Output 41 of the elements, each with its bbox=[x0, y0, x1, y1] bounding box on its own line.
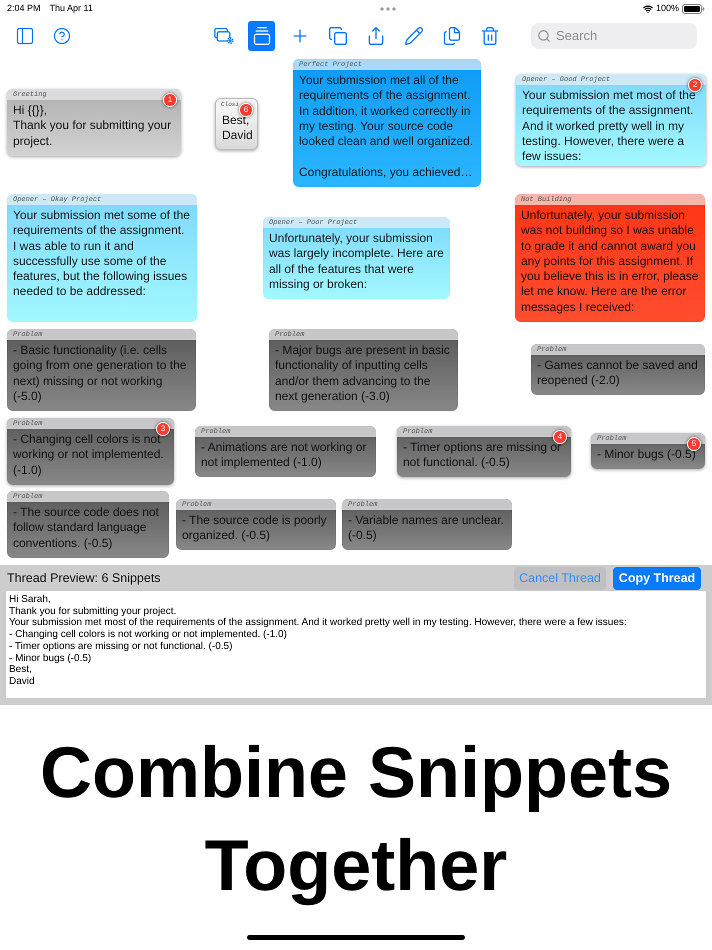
toolbar-button[interactable] bbox=[248, 21, 275, 51]
status-date: Thu Apr 11 bbox=[50, 2, 93, 15]
search-icon bbox=[537, 29, 551, 43]
documents-icon bbox=[442, 26, 462, 46]
order-badge: 1 bbox=[163, 93, 177, 107]
order-badge: 6 bbox=[239, 103, 253, 117]
snippet-text: - Variable names are unclear. (-0.5) bbox=[347, 512, 505, 544]
snippet-card[interactable] bbox=[293, 59, 481, 187]
headline: Combine Snippets Together bbox=[38, 732, 674, 908]
pencil-icon bbox=[404, 26, 424, 46]
share-icon bbox=[366, 26, 386, 46]
snippet-text: - Animations are not working or not implemented (-1.0) bbox=[200, 439, 368, 471]
tray-stack-icon bbox=[252, 26, 272, 46]
snippet-text: - The source code is poorly organized. (-0.5) bbox=[181, 512, 328, 544]
snippet-text: - Games cannot be saved and reopened (-2.0) bbox=[536, 357, 699, 389]
battery-percent: 100% bbox=[656, 2, 679, 15]
more-dots-icon[interactable] bbox=[380, 6, 396, 10]
snippet-card[interactable] bbox=[515, 194, 705, 322]
order-badge: 3 bbox=[156, 422, 170, 436]
status-time: 2:04 PM bbox=[7, 2, 41, 15]
thread-preview-title: Thread Preview: 6 Snippets bbox=[7, 570, 161, 587]
order-badge: 2 bbox=[688, 78, 702, 92]
snippet-text: Unfortunately, your submission was not building so I was unable to grade it and cannot award you any points for this assignment. If you believe this is in error, please let me know. Here are the error messages I received: bbox=[520, 207, 700, 316]
wifi-icon bbox=[642, 4, 653, 14]
copy-thread-button[interactable]: Copy Thread bbox=[613, 566, 701, 590]
order-badge: 5 bbox=[687, 437, 701, 451]
thread-preview-field[interactable]: Hi Sarah, Thank you for submitting your project. Your submission met most of the requirements of the assignment. And it worked pretty well in my testing. However, there were a few issues: - Changing cell colors is not working or not implemented. (-1.0) - Timer options are missing or not functional. (-0.5) - Minor bugs (-0.5) Best, David bbox=[6, 591, 706, 698]
sidebar-icon[interactable] bbox=[15, 26, 35, 46]
copy-icon bbox=[328, 26, 348, 46]
snippet-text: - Major bugs are present in basic functionality of inputting cells and/or them advancing to the next generation (-3.0) bbox=[274, 342, 451, 404]
snippet-text: Your submission met some of the requirements of the assignment. I was able to run it and successfully use some of the features, but the following issues needed to be addressed: bbox=[12, 207, 191, 300]
help-icon[interactable] bbox=[53, 27, 71, 45]
battery-icon bbox=[682, 4, 705, 14]
snippet-text: - Basic functionality (i.e. cells going from one generation to the next) missing or not working (-5.0) bbox=[12, 342, 188, 404]
snippet-text: Your submission met all of the requirements of the assignment. In addition, it worked correctly in my testing. Your source code looked clean and well organized. Congratulations, you achieved… bbox=[298, 72, 474, 180]
windows-gear-icon bbox=[214, 26, 234, 46]
search-field[interactable]: Search bbox=[531, 23, 697, 49]
trash-icon bbox=[480, 26, 500, 46]
snippet-text: - The source code does not follow standard language conventions. (-0.5) bbox=[12, 504, 160, 551]
snippet-text: Unfortunately, your submission was largely incomplete. Here are all of the features that were missing or broken: bbox=[268, 230, 445, 292]
order-badge: 4 bbox=[553, 430, 567, 444]
